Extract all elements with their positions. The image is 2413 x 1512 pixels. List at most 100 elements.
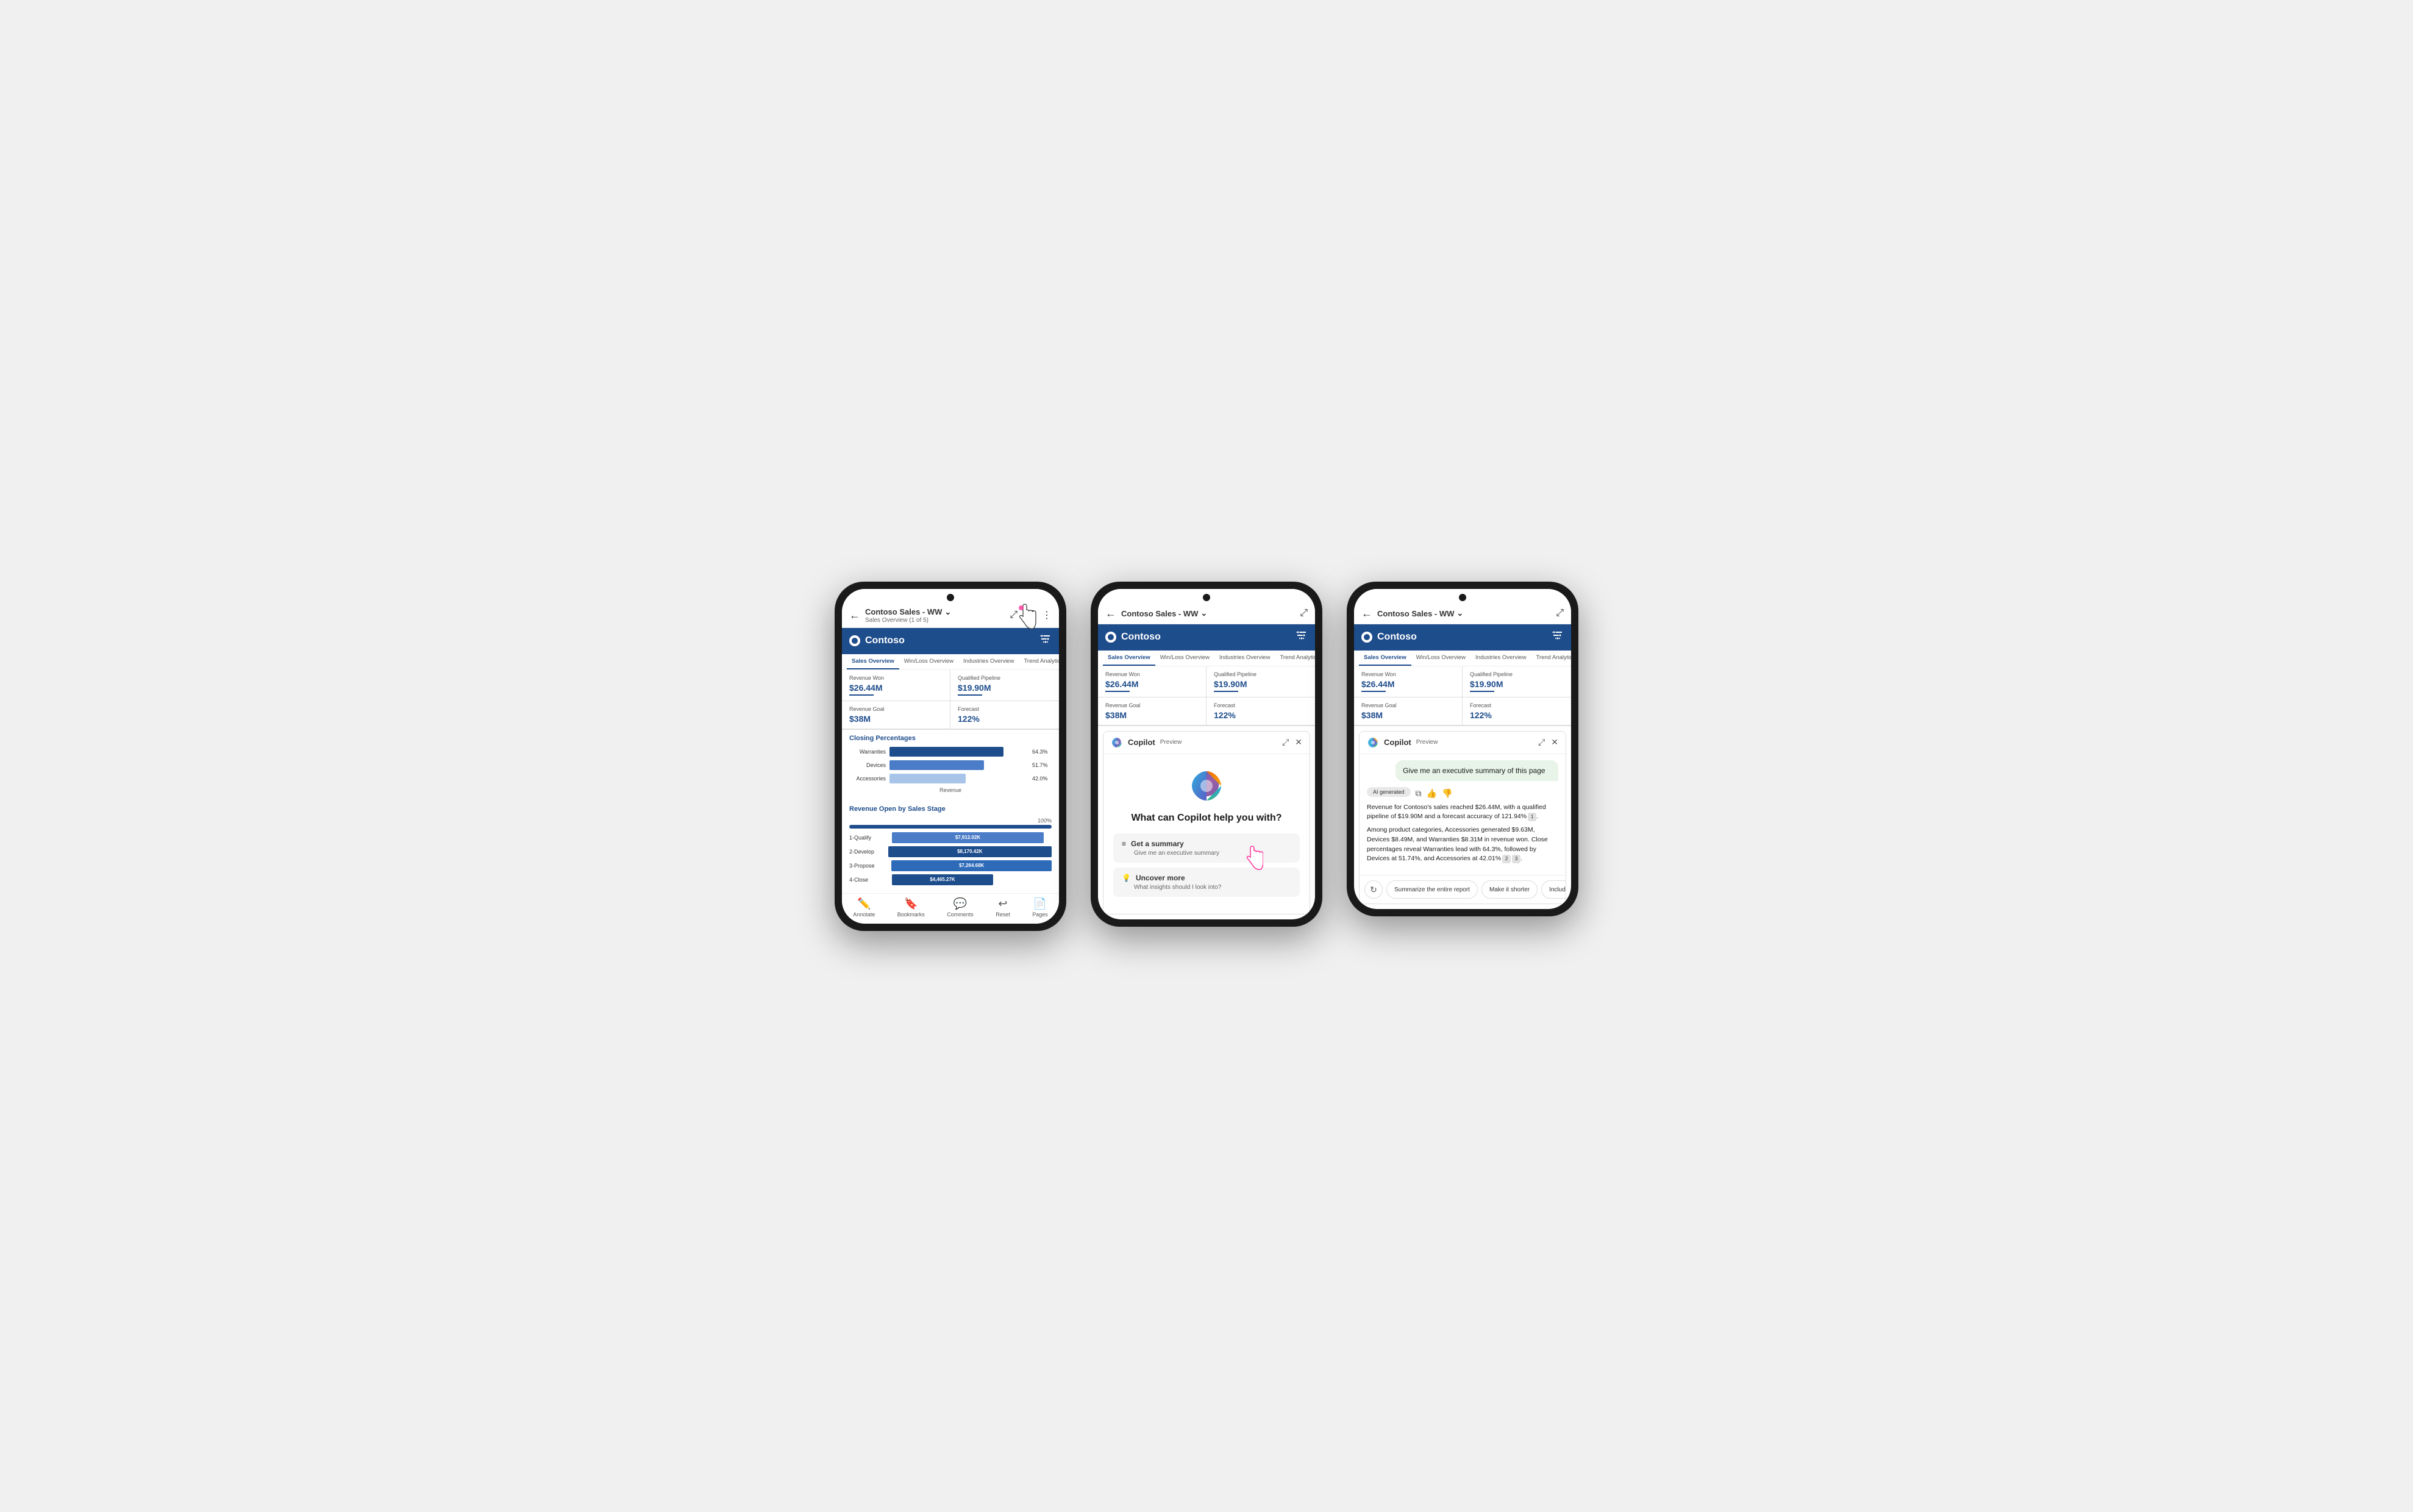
- thumbup-icon-3[interactable]: 👍: [1427, 788, 1437, 799]
- include-more-btn[interactable]: Include more details: [1541, 880, 1566, 899]
- brand-name-3: Contoso: [1377, 632, 1417, 643]
- copilot-expand-icon-3[interactable]: ⤢: [1538, 737, 1545, 747]
- nav-bookmarks-1[interactable]: 🔖 Bookmarks: [897, 897, 925, 918]
- tab-industries-1[interactable]: Industries Overview: [958, 654, 1019, 669]
- closing-pct-title-1: Closing Percentages: [842, 730, 1059, 744]
- copilot-body-2: What can Copilot help you with? ≡ Get a …: [1103, 754, 1310, 914]
- suggestion-icon-2: 💡: [1122, 874, 1131, 882]
- header-subtitle-1: Sales Overview (1 of 5): [865, 617, 1010, 624]
- ref-1[interactable]: 1: [1528, 813, 1536, 821]
- chat-area-3: Give me an executive summary of this pag…: [1360, 754, 1566, 875]
- copy-icon-3[interactable]: ⧉: [1416, 788, 1422, 799]
- phone-notch-2: [1098, 589, 1315, 604]
- metric-revenue-goal-3: Revenue Goal $38M: [1354, 697, 1463, 726]
- filter-icon-1[interactable]: [1024, 608, 1036, 623]
- nav-comments-1[interactable]: 💬 Comments: [947, 897, 974, 918]
- bar-chart-1: Warranties 64.3% Devices 51.7% Accessori…: [842, 744, 1059, 801]
- metric-qualified-pipeline-2: Qualified Pipeline $19.90M: [1206, 666, 1315, 697]
- copilot-header-2: Copilot Preview ⤢ ✕: [1103, 732, 1310, 754]
- tab-winloss-1[interactable]: Win/Loss Overview: [899, 654, 958, 669]
- tab-trend-2[interactable]: Trend Analytics: [1275, 651, 1315, 666]
- suggestion-header-2: 💡 Uncover more: [1122, 874, 1291, 882]
- phone3-header: ← Contoso Sales - WW ⌄ ⤢: [1354, 604, 1571, 624]
- tab-winloss-3[interactable]: Win/Loss Overview: [1411, 651, 1470, 666]
- tab-trend-3[interactable]: Trend Analytics: [1531, 651, 1571, 666]
- brand-left-3: Contoso: [1361, 632, 1417, 643]
- phone-1: ← Contoso Sales - WW ⌄ Sales Overview (1…: [835, 582, 1066, 931]
- tab-sales-overview-2[interactable]: Sales Overview: [1103, 651, 1155, 666]
- metric-forecast-1: Forecast 122%: [950, 701, 1059, 729]
- tab-sales-overview-1[interactable]: Sales Overview: [847, 654, 899, 669]
- metrics-grid-3: Revenue Won $26.44M Qualified Pipeline $…: [1354, 666, 1571, 726]
- brand-name-2: Contoso: [1121, 632, 1161, 643]
- uncover-more-suggestion[interactable]: 💡 Uncover more What insights should I lo…: [1113, 868, 1300, 897]
- header-title-3: Contoso Sales - WW ⌄: [1377, 608, 1556, 618]
- title-text-1: Contoso Sales - WW: [865, 607, 942, 616]
- nav-reset-1[interactable]: ↩ Reset: [996, 897, 1010, 918]
- suggestion-icon-1: ≡: [1122, 840, 1126, 848]
- brand-name-1: Contoso: [865, 635, 905, 646]
- header-icons-3: ⤢: [1556, 608, 1564, 619]
- more-icon-1[interactable]: ⋮: [1042, 609, 1052, 621]
- copilot-expand-icon-2[interactable]: ⤢: [1282, 737, 1289, 747]
- title-block-2: Contoso Sales - WW ⌄: [1121, 608, 1300, 618]
- metric-revenue-won-1: Revenue Won $26.44M: [842, 670, 950, 701]
- bookmarks-icon-1: 🔖: [904, 897, 918, 910]
- tab-trend-1[interactable]: Trend Analytics: [1019, 654, 1059, 669]
- make-shorter-btn[interactable]: Make it shorter: [1481, 880, 1538, 899]
- copilot-logo-2: [1111, 736, 1123, 749]
- tab-industries-3[interactable]: Industries Overview: [1470, 651, 1531, 666]
- tab-industries-2[interactable]: Industries Overview: [1214, 651, 1275, 666]
- thumbdown-icon-3[interactable]: 👎: [1442, 788, 1452, 799]
- nav-tabs-3: Sales Overview Win/Loss Overview Industr…: [1354, 651, 1571, 666]
- pages-icon-1: 📄: [1033, 897, 1047, 910]
- bookmarks-label-1: Bookmarks: [897, 911, 925, 918]
- get-summary-suggestion[interactable]: ≡ Get a summary Give me an executive sum…: [1113, 833, 1300, 863]
- annotate-label-1: Annotate: [853, 911, 875, 918]
- axis-label-1: Revenue: [849, 787, 1052, 796]
- metrics-grid-1: Revenue Won $26.44M Qualified Pipeline $…: [842, 670, 1059, 730]
- brand-left-1: Contoso: [849, 635, 905, 646]
- expand-icon-1[interactable]: ⤢: [1010, 610, 1018, 621]
- title-chevron-1: ⌄: [944, 607, 951, 617]
- expand-icon-2[interactable]: ⤢: [1300, 608, 1308, 619]
- comments-icon-1: 💬: [953, 897, 967, 910]
- bar-row-devices: Devices 51.7%: [849, 760, 1052, 770]
- ref-3[interactable]: 3: [1512, 855, 1520, 863]
- comments-label-1: Comments: [947, 911, 974, 918]
- back-button-2[interactable]: ←: [1105, 607, 1116, 620]
- brand-dot-2: [1105, 632, 1116, 643]
- summarize-report-btn[interactable]: Summarize the entire report: [1386, 880, 1478, 899]
- title-chevron-2: ⌄: [1200, 608, 1207, 618]
- title-block-1: Contoso Sales - WW ⌄ Sales Overview (1 o…: [865, 607, 1010, 624]
- nav-pages-1[interactable]: 📄 Pages: [1032, 897, 1048, 918]
- ai-response-area-3: AI generated ⧉ 👍 👎 Revenue for Contoso's…: [1367, 787, 1558, 865]
- copilot-header-3: Copilot Preview ⤢ ✕: [1360, 732, 1566, 754]
- camera-2: [1203, 594, 1210, 601]
- brand-filter-icon-1[interactable]: [1038, 633, 1052, 649]
- reset-label-1: Reset: [996, 911, 1010, 918]
- copilot-logo-3: [1367, 736, 1379, 749]
- phone-notch-3: [1354, 589, 1571, 604]
- back-button-1[interactable]: ←: [849, 609, 860, 622]
- ref-2[interactable]: 2: [1502, 855, 1511, 863]
- brand-bar-2: Contoso: [1098, 624, 1315, 651]
- expand-icon-3[interactable]: ⤢: [1556, 608, 1564, 619]
- brand-filter-icon-2[interactable]: [1294, 629, 1308, 646]
- tab-winloss-2[interactable]: Win/Loss Overview: [1155, 651, 1214, 666]
- back-button-3[interactable]: ←: [1361, 607, 1372, 620]
- copilot-preview-2: Preview: [1160, 739, 1182, 746]
- metric-qualified-pipeline-1: Qualified Pipeline $19.90M: [950, 670, 1059, 701]
- phone2-header: ← Contoso Sales - WW ⌄ ⤢: [1098, 604, 1315, 624]
- copilot-close-icon-2[interactable]: ✕: [1295, 737, 1302, 747]
- nav-annotate-1[interactable]: ✏️ Annotate: [853, 897, 875, 918]
- copilot-close-icon-3[interactable]: ✕: [1551, 737, 1558, 747]
- bottom-nav-1: ✏️ Annotate 🔖 Bookmarks 💬 Comments ↩ Res…: [842, 893, 1059, 924]
- phone-3: ← Contoso Sales - WW ⌄ ⤢ Contoso: [1347, 582, 1578, 917]
- metric-revenue-won-3: Revenue Won $26.44M: [1354, 666, 1463, 697]
- title-text-3: Contoso Sales - WW: [1377, 609, 1454, 618]
- brand-filter-icon-3[interactable]: [1550, 629, 1564, 646]
- refresh-button-3[interactable]: ↻: [1364, 880, 1383, 899]
- tab-sales-overview-3[interactable]: Sales Overview: [1359, 651, 1411, 666]
- phone-2: ← Contoso Sales - WW ⌄ ⤢ Contoso: [1091, 582, 1322, 927]
